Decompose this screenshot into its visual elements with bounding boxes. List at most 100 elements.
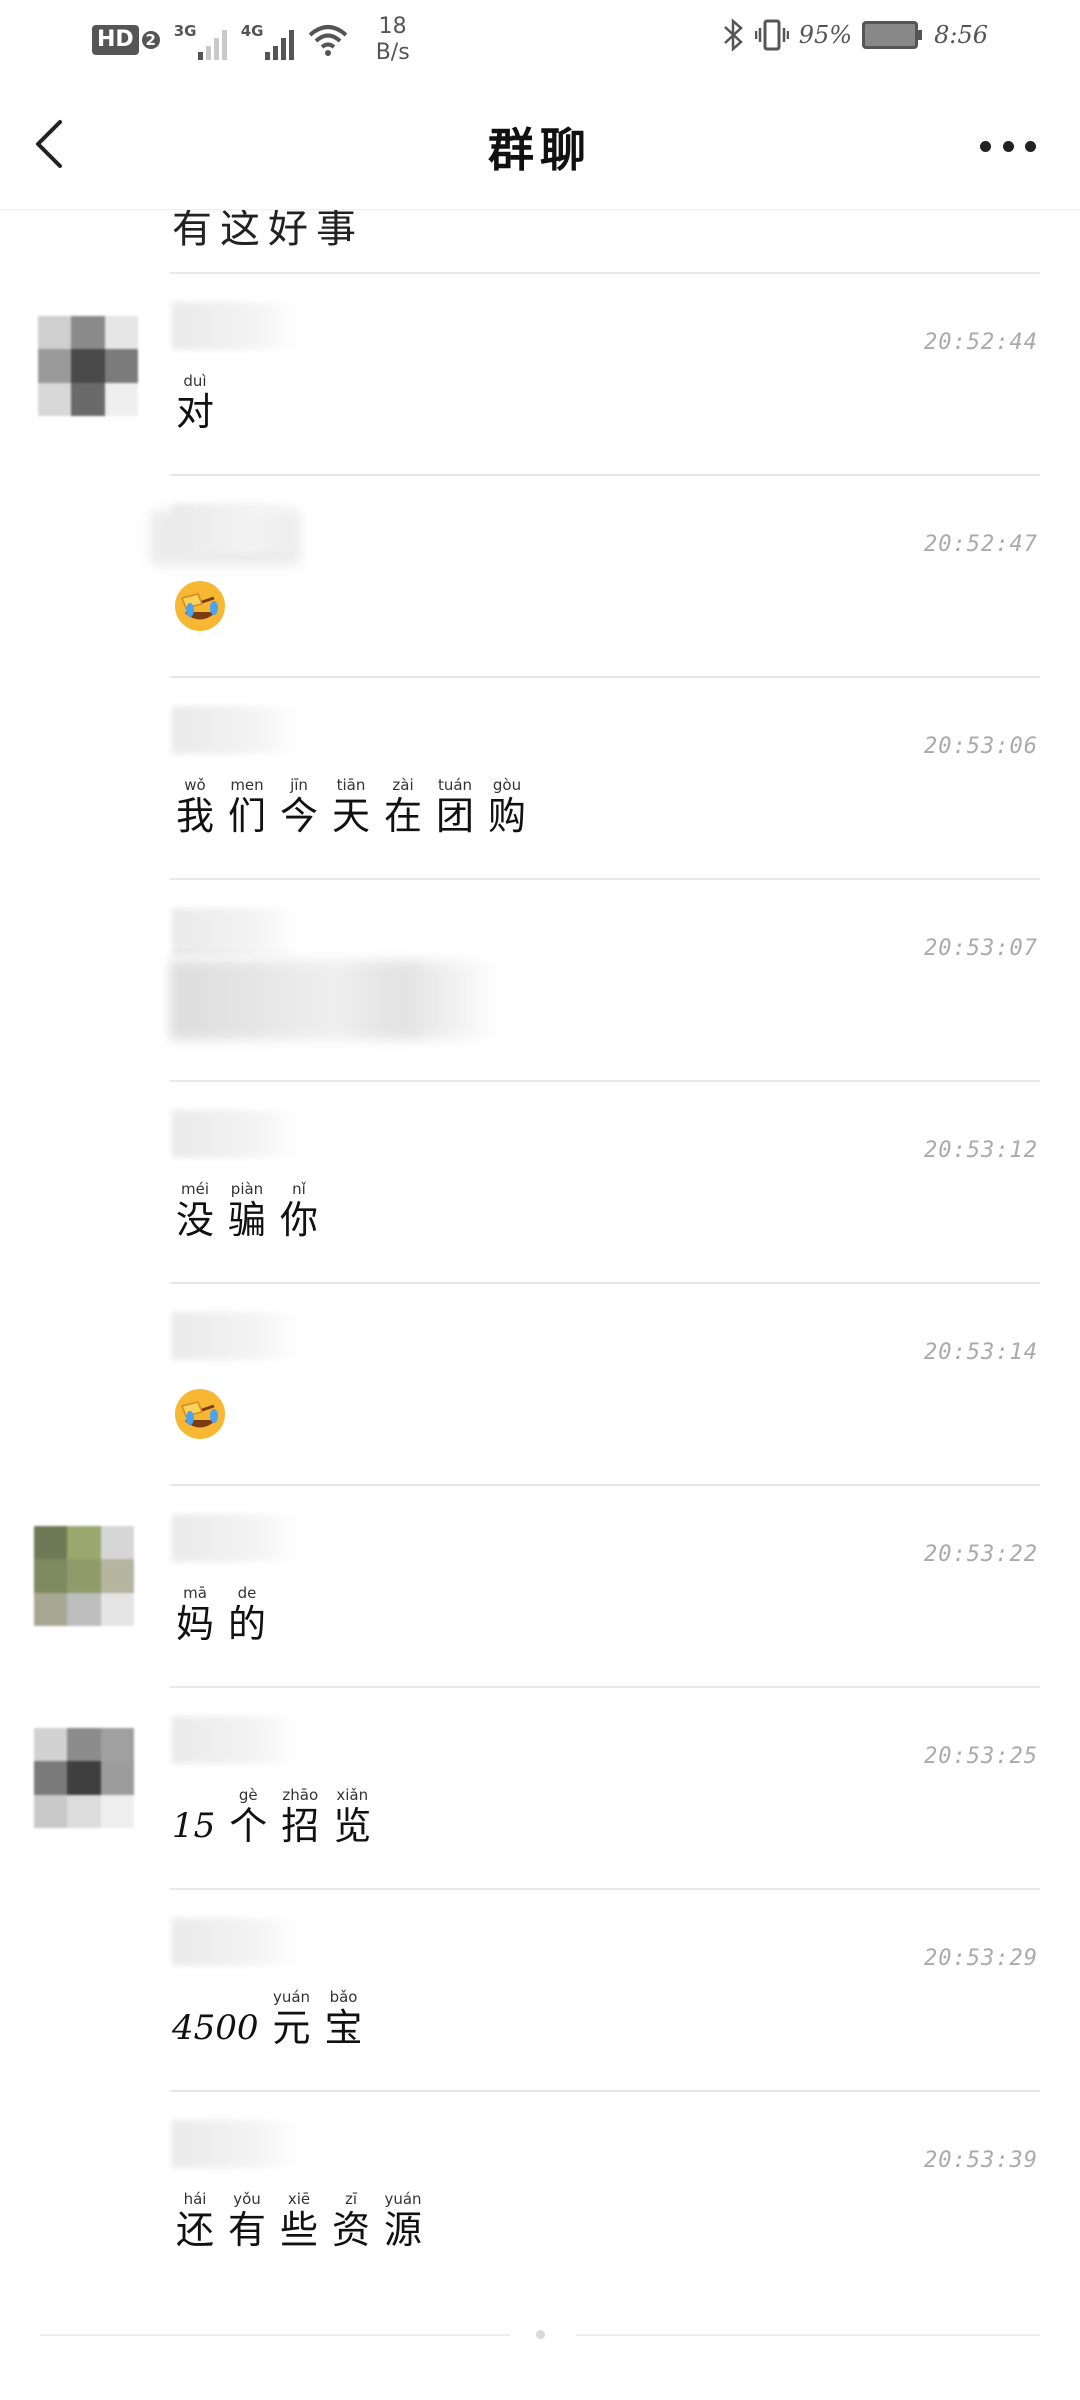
pinyin-label: piàn — [230, 1180, 264, 1198]
hanzi-char: 资 — [331, 2208, 370, 2252]
clock: 8:56 — [934, 21, 988, 49]
list-item[interactable]: 20:53:06 wǒ 我 men 们 jīn 今 tiān 天 zài 在 tuán 团 gòu 购 — [0, 678, 1080, 880]
pinyin-label: yǒu — [233, 2190, 261, 2208]
more-options-button[interactable] — [980, 134, 1036, 158]
sender-name — [172, 706, 302, 754]
message-time: 20:53:06 — [924, 734, 1038, 759]
status-bar: HD 2 3G 4G 18 B/s 95% 8:56 — [0, 0, 1080, 80]
message-emoji — [172, 574, 228, 634]
partial-message-text: 有这好事 — [172, 210, 364, 252]
pinyin-label: tiān — [336, 776, 366, 794]
hanzi-char: 招 — [281, 1804, 320, 1848]
ruby-char: gè 个 — [225, 1786, 271, 1848]
hanzi-char: 骗 — [227, 1198, 266, 1242]
image-message[interactable] — [170, 960, 500, 1040]
hanzi-char: 今 — [279, 794, 318, 838]
signal-3g-icon: 3G — [174, 20, 227, 60]
message-time: 20:53:29 — [924, 1946, 1038, 1971]
ruby-char: gòu 购 — [484, 776, 530, 838]
message-emoji — [172, 1382, 228, 1442]
list-item[interactable]: 20:52:44 duì 对 — [0, 274, 1080, 476]
pinyin-label: de — [237, 1584, 257, 1602]
ruby-char: mā 妈 — [172, 1584, 218, 1646]
message-time: 20:53:22 — [924, 1542, 1038, 1567]
ruby-char: xiǎn 览 — [329, 1786, 375, 1848]
pinyin-label: duì — [183, 372, 207, 390]
more-dot-icon — [1002, 140, 1014, 152]
speed-unit: B/s — [375, 40, 410, 65]
net-3g-label: 3G — [173, 22, 197, 40]
facepalm-cry-icon — [175, 581, 225, 631]
message-list[interactable]: 有这好事 20:52:44 duì 对 20:52:47 20:53:06 wǒ… — [0, 210, 1080, 2320]
list-item[interactable]: 20:53:14 — [0, 1284, 1080, 1486]
hd-label: HD — [92, 25, 139, 55]
ruby-char: piàn 骗 — [224, 1180, 270, 1242]
sender-name — [172, 1110, 302, 1158]
pinyin-label: xiǎn — [336, 1786, 369, 1804]
avatar[interactable] — [38, 316, 138, 416]
pinyin-label: hái — [183, 2190, 207, 2208]
message-time: 20:53:07 — [924, 936, 1038, 961]
message-time: 20:52:47 — [924, 532, 1038, 557]
message-time: 20:53:14 — [924, 1340, 1038, 1365]
pinyin-label: jīn — [290, 776, 308, 794]
pinyin-label: zài — [392, 776, 414, 794]
network-speed: 18 B/s — [376, 14, 410, 66]
list-item[interactable]: 20:53:39 hái 还 yǒu 有 xiē 些 zī 资 yuán 源 — [0, 2092, 1080, 2294]
ruby-char: zhāo 招 — [277, 1786, 323, 1848]
title-bar: 群聊 — [0, 80, 1080, 210]
more-dot-icon — [980, 140, 991, 152]
message-text: mā 妈 de 的 — [172, 1584, 270, 1646]
sender-name — [172, 908, 302, 956]
hanzi-char: 团 — [435, 794, 474, 838]
sender-name — [172, 1312, 302, 1360]
wifi-icon — [308, 25, 348, 56]
avatar[interactable] — [34, 1526, 134, 1626]
message-text: méi 没 piàn 骗 nǐ 你 — [172, 1180, 322, 1242]
message-text: 4500 yuán 元 bǎo 宝 — [172, 1988, 367, 2050]
status-right: 95% 8:56 — [721, 18, 988, 52]
list-item[interactable]: 20:53:12 méi 没 piàn 骗 nǐ 你 — [0, 1082, 1080, 1284]
battery-charging-icon — [862, 21, 923, 49]
ruby-char: men 们 — [224, 776, 270, 838]
list-item[interactable]: 20:53:29 4500 yuán 元 bǎo 宝 — [0, 1890, 1080, 2092]
list-item[interactable]: 20:53:25 15 gè 个 zhāo 招 xiǎn 览 — [0, 1688, 1080, 1890]
bluetooth-icon — [723, 18, 743, 52]
ruby-char: zī 资 — [328, 2190, 374, 2252]
message-number: 15 — [172, 1806, 216, 1846]
hd-voice-icon: HD 2 — [92, 25, 160, 55]
pinyin-label: méi — [180, 1180, 209, 1198]
ruby-char: nǐ 你 — [276, 1180, 322, 1242]
hanzi-char: 还 — [175, 2208, 214, 2252]
hanzi-char: 你 — [279, 1198, 318, 1242]
hanzi-char: 天 — [331, 794, 370, 838]
ruby-char: méi 没 — [172, 1180, 218, 1242]
hanzi-char: 宝 — [324, 2006, 363, 2050]
hanzi-char: 的 — [227, 1602, 266, 1646]
sender-name — [172, 302, 302, 350]
sender-name — [172, 1716, 302, 1764]
hanzi-char: 有 — [227, 2208, 266, 2252]
pinyin-label: mā — [183, 1584, 207, 1602]
message-time: 20:52:44 — [924, 330, 1038, 355]
ruby-char: de 的 — [224, 1584, 270, 1646]
hanzi-char: 览 — [333, 1804, 372, 1848]
hanzi-char: 对 — [175, 390, 214, 434]
pinyin-label: zhāo — [282, 1786, 319, 1804]
facepalm-cry-icon — [175, 1389, 225, 1439]
pinyin-label: xiē — [287, 2190, 311, 2208]
avatar[interactable] — [34, 1728, 134, 1828]
pinyin-label: gòu — [492, 776, 522, 794]
list-item[interactable]: 20:53:07 — [0, 880, 1080, 1082]
list-item[interactable]: 20:52:47 — [0, 476, 1080, 678]
net-4g-label: 4G — [240, 22, 264, 40]
ruby-char: jīn 今 — [276, 776, 322, 838]
pinyin-label: men — [230, 776, 264, 794]
status-left: HD 2 3G 4G 18 B/s — [92, 14, 410, 66]
ruby-char: wǒ 我 — [172, 776, 218, 838]
list-item[interactable]: 20:53:22 mā 妈 de 的 — [0, 1486, 1080, 1688]
ruby-char: yuán 元 — [269, 1988, 315, 2050]
hanzi-char: 购 — [487, 794, 526, 838]
divider — [40, 2334, 510, 2336]
hanzi-char: 我 — [175, 794, 214, 838]
